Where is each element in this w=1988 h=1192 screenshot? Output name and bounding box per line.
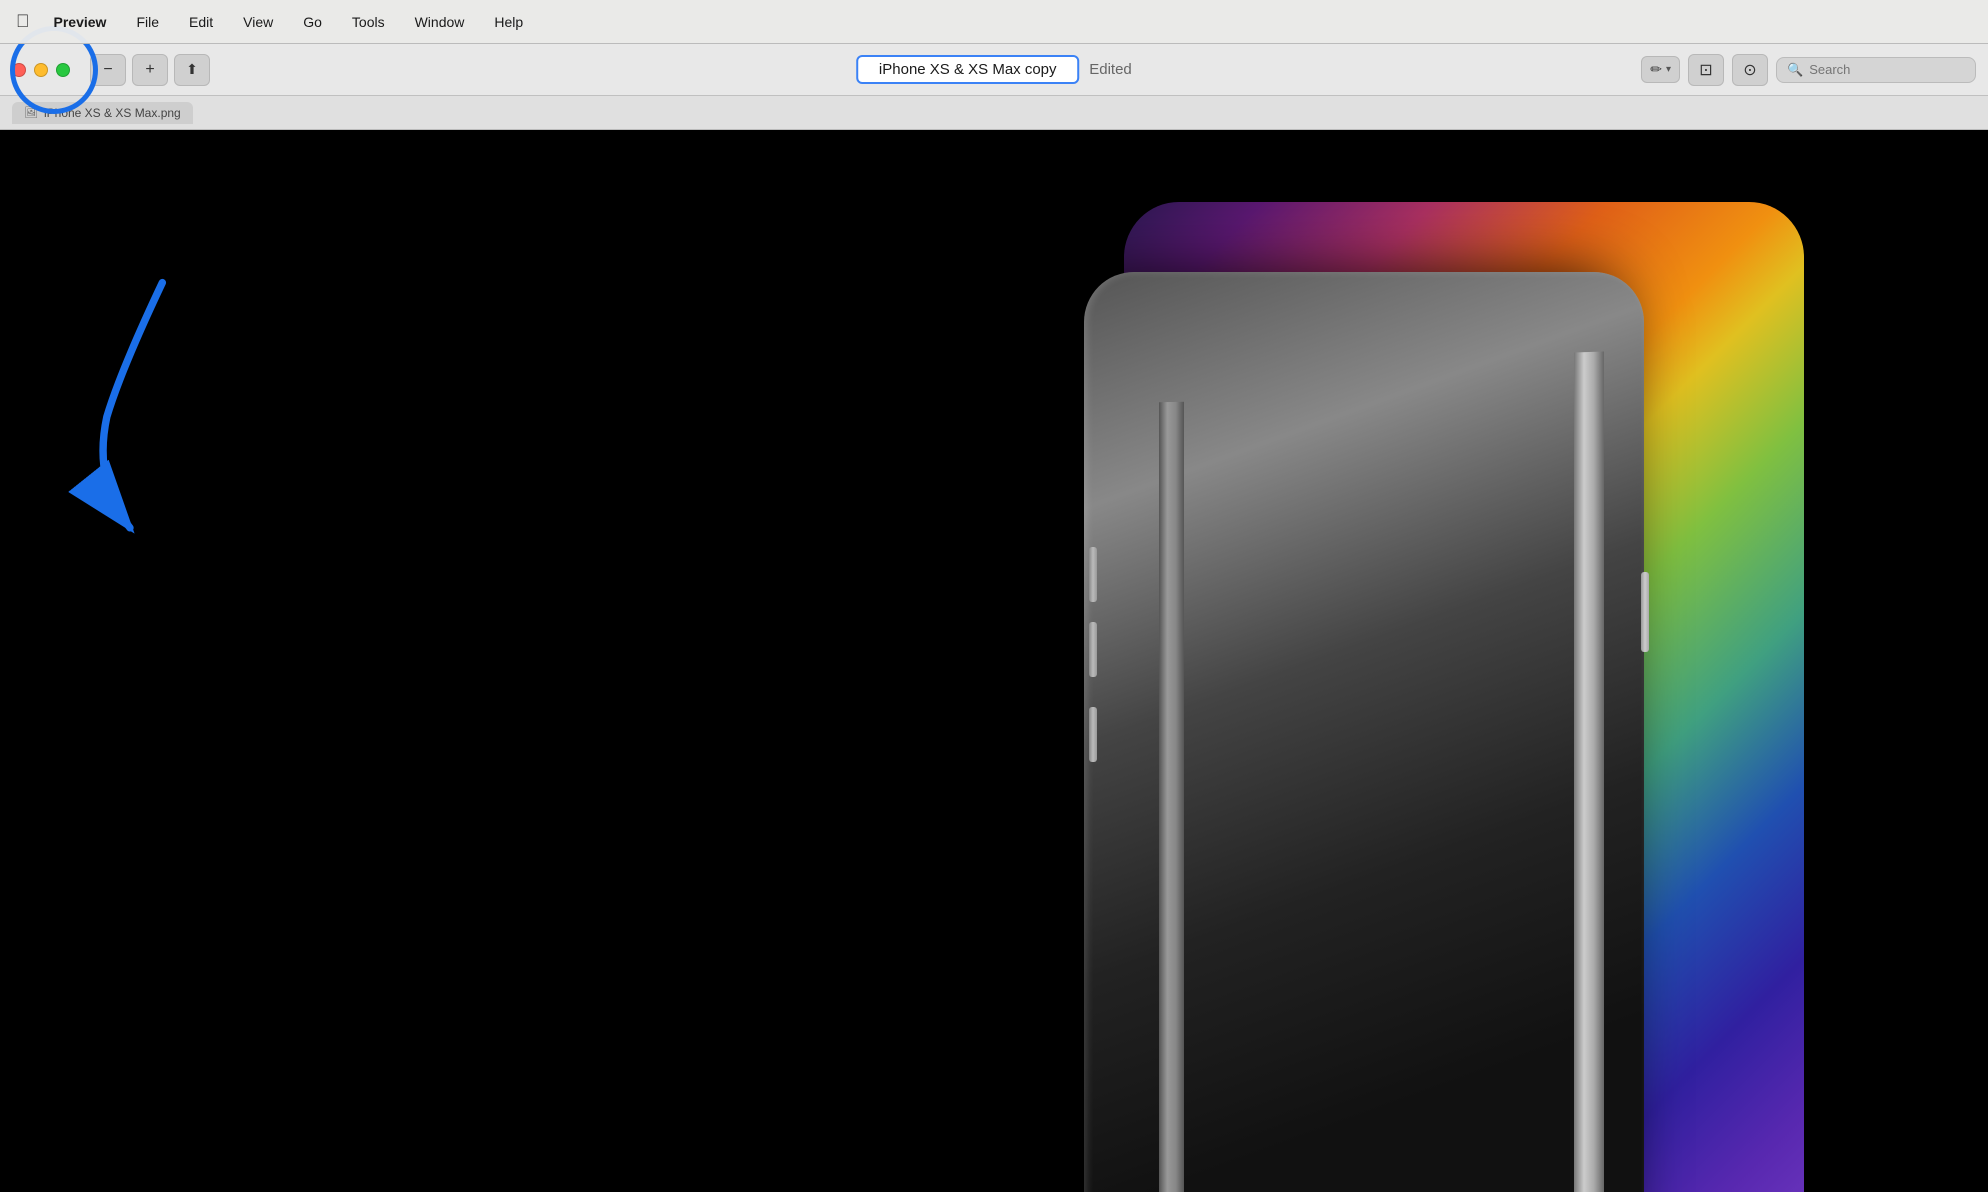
volume-button-2 [1089,622,1097,677]
apple-menu-icon[interactable]:  [16,11,30,32]
menubar-item-preview[interactable]: Preview [48,12,113,32]
menubar-item-edit[interactable]: Edit [183,12,219,32]
search-annotate-button[interactable]: ⊙ [1732,54,1768,86]
menubar-item-go[interactable]: Go [297,12,328,32]
window-title-area: Edited [856,55,1132,84]
titlebar: − + ⬆ Edited ✏ ▾ ⊡ ⊙ [0,44,1988,96]
find-icon: ⊙ [1743,60,1756,80]
edited-label: Edited [1089,61,1132,78]
image-area [0,130,1988,1192]
toolbar-left: − + ⬆ [90,54,210,86]
phone-side-detail-1 [1574,351,1604,1192]
menubar-item-tools[interactable]: Tools [346,12,391,32]
tab-iphone-png[interactable]: 🖼 iPhone XS & XS Max.png [12,102,193,124]
power-button [1641,572,1649,652]
phone-side-detail-2 [1159,402,1184,1192]
search-bar: 🔍 [1776,57,1976,83]
zoom-in-button[interactable]: + [132,54,168,86]
menubar-item-window[interactable]: Window [409,12,471,32]
minimize-button[interactable] [34,63,48,77]
share-icon: ⬆ [186,61,198,78]
volume-button-3 [1089,707,1097,762]
crop-icon: ⊡ [1699,60,1712,80]
menubar-item-file[interactable]: File [130,12,165,32]
close-button[interactable] [12,63,26,77]
markup-button[interactable]: ✏ ▾ [1641,56,1680,83]
search-icon: 🔍 [1787,62,1803,78]
traffic-lights [12,63,70,77]
zoom-out-button[interactable]: − [90,54,126,86]
tab-bar: 🖼 iPhone XS & XS Max.png [0,96,1988,130]
volume-button-1 [1089,547,1097,602]
share-button[interactable]: ⬆ [174,54,210,86]
crop-button[interactable]: ⊡ [1688,54,1724,86]
toolbar-right: ✏ ▾ ⊡ ⊙ 🔍 [1641,54,1976,86]
zoom-in-icon: + [145,61,154,79]
window-title-input[interactable] [856,55,1079,84]
pencil-chevron-icon: ▾ [1666,64,1671,75]
preview-window: − + ⬆ Edited ✏ ▾ ⊡ ⊙ [0,44,1988,1192]
menubar-item-help[interactable]: Help [488,12,529,32]
iphone-image [904,152,1804,1192]
menubar-item-view[interactable]: View [237,12,279,32]
pencil-icon: ✏ [1650,61,1662,78]
menubar:  Preview File Edit View Go Tools Window… [0,0,1988,44]
zoom-out-icon: − [103,61,112,79]
tab-label: iPhone XS & XS Max.png [44,106,181,120]
search-input[interactable] [1809,62,1965,77]
maximize-button[interactable] [56,63,70,77]
tab-file-icon: 🖼 [24,106,38,119]
